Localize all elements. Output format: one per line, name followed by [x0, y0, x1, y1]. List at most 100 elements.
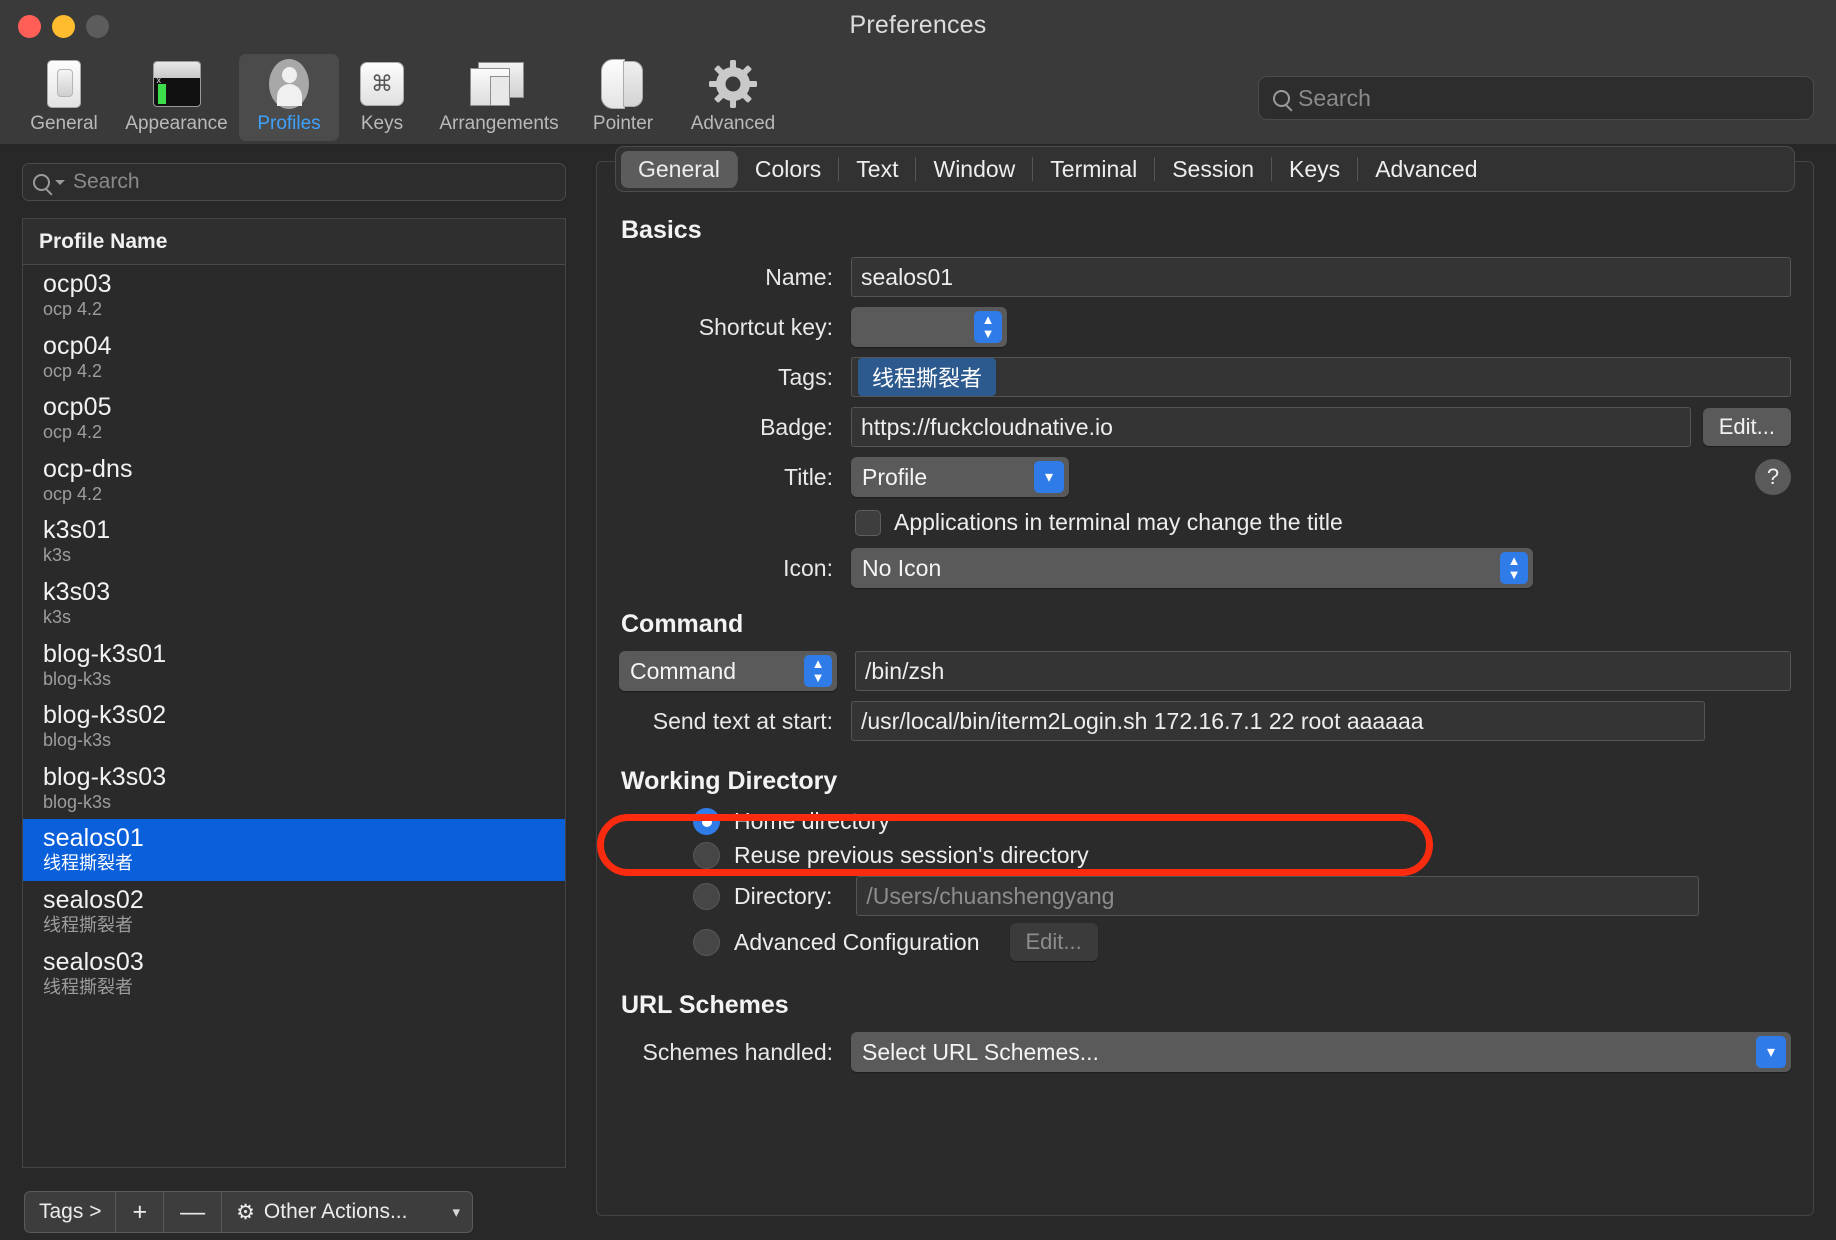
profile-tag: blog-k3s — [43, 791, 112, 812]
tags-input[interactable]: 线程撕裂者 — [851, 357, 1791, 397]
tab-text[interactable]: Text — [839, 151, 915, 188]
tab-terminal[interactable]: Terminal — [1033, 151, 1154, 188]
tags-button[interactable]: Tags > — [25, 1192, 117, 1232]
schemes-handled-popup[interactable]: Select URL Schemes... ▾ — [851, 1032, 1791, 1072]
stepper-icon[interactable]: ▲ ▼ — [1500, 552, 1528, 584]
profile-list-item[interactable]: ocp-dns ocp 4.2 — [23, 450, 565, 512]
command-section-title: Command — [621, 610, 744, 638]
toolbar-item-label: General — [30, 113, 98, 134]
profile-list-item[interactable]: blog-k3s02 blog-k3s — [23, 696, 565, 758]
advanced-configuration-edit-button[interactable]: Edit... — [1009, 923, 1098, 961]
tab-keys[interactable]: Keys — [1272, 151, 1357, 188]
tab-session[interactable]: Session — [1155, 151, 1271, 188]
profile-list-item[interactable]: blog-k3s03 blog-k3s — [23, 758, 565, 820]
profile-tag: 线程撕裂者 — [43, 914, 133, 935]
stepper-icon[interactable]: ▲ ▼ — [804, 655, 832, 687]
preferences-search-box[interactable] — [1258, 76, 1814, 120]
shortcut-key-popup[interactable]: ▲ ▼ — [851, 307, 1007, 347]
tab-colors[interactable]: Colors — [738, 151, 838, 188]
toolbar-item-label: Advanced — [690, 113, 776, 134]
custom-directory-input[interactable]: /Users/chuanshengyang — [856, 876, 1699, 916]
send-text-at-start-input[interactable]: /usr/local/bin/iterm2Login.sh 172.16.7.1… — [851, 701, 1705, 741]
profile-tag: ocp 4.2 — [43, 299, 103, 319]
chevron-down-icon: ▾ — [452, 1204, 461, 1221]
tag-chip[interactable]: 线程撕裂者 — [858, 358, 997, 396]
badge-input[interactable]: https://fuckcloudnative.io — [851, 407, 1691, 447]
profile-list-item[interactable]: sealos03 线程撕裂者 — [23, 943, 565, 1005]
title-value: Profile — [862, 463, 928, 490]
name-label: Name: — [765, 263, 833, 290]
chevron-down-icon[interactable]: ▾ — [1034, 461, 1064, 493]
profile-list-item[interactable]: k3s01 k3s — [23, 511, 565, 573]
reuse-session-directory-option[interactable]: Reuse previous session's directory — [693, 842, 1791, 869]
window-title: Preferences — [849, 11, 987, 39]
profile-list-item[interactable]: ocp04 ocp 4.2 — [23, 327, 565, 389]
chevron-down-icon[interactable] — [55, 179, 65, 185]
custom-directory-radio[interactable] — [693, 882, 720, 910]
toolbar-item-advanced[interactable]: Advanced — [673, 54, 793, 141]
advanced-configuration-radio[interactable] — [693, 928, 720, 956]
profile-name: blog-k3s02 — [43, 701, 167, 730]
tab-window[interactable]: Window — [916, 151, 1032, 188]
icon-label: Icon: — [783, 554, 833, 581]
profile-list-header: Profile Name — [23, 219, 565, 265]
profile-settings-panel: General Colors Text Window Terminal Sess… — [596, 146, 1814, 1216]
other-actions-button[interactable]: ⚙ Other Actions... ▾ — [222, 1192, 472, 1232]
profile-tag: k3s — [43, 606, 72, 627]
chevron-down-icon[interactable]: ▾ — [1756, 1036, 1786, 1068]
advanced-configuration-option[interactable]: Advanced Configuration Edit... — [693, 923, 1791, 961]
profile-list-scroll[interactable]: ocp03 ocp 4.2 ocp04 ocp 4.2 ocp05 ocp 4.… — [23, 265, 565, 1167]
icon-popup[interactable]: No Icon ▲ ▼ — [851, 548, 1533, 588]
toolbar-item-appearance[interactable]: x Appearance — [114, 54, 239, 141]
stepper-icon[interactable]: ▲ ▼ — [974, 311, 1002, 343]
badge-edit-button[interactable]: Edit... — [1702, 408, 1791, 446]
profile-search-box[interactable] — [22, 163, 566, 201]
toolbar-item-label: Keys — [360, 113, 404, 134]
profile-name: ocp03 — [43, 270, 112, 298]
shortcut-key-row: Shortcut key: ▲ ▼ — [619, 307, 1791, 347]
profile-actions-segmented-control: Tags > + — ⚙ Other Actions... ▾ — [24, 1191, 474, 1233]
help-button[interactable]: ? — [1755, 459, 1791, 495]
profile-list-item[interactable]: ocp05 ocp 4.2 — [23, 388, 565, 450]
home-directory-option[interactable]: Home directory — [693, 808, 1791, 835]
add-profile-button[interactable]: + — [116, 1192, 165, 1232]
profile-list-item-selected[interactable]: sealos01 线程撕裂者 — [23, 819, 565, 881]
remove-profile-button[interactable]: — — [164, 1192, 223, 1232]
home-directory-radio[interactable] — [693, 808, 720, 835]
command-input[interactable]: /bin/zsh — [855, 651, 1791, 691]
custom-directory-option[interactable]: Directory: /Users/chuanshengyang — [693, 876, 1791, 916]
profile-tag: blog-k3s — [43, 730, 112, 751]
profile-list-item[interactable]: k3s03 k3s — [23, 573, 565, 635]
preferences-search-input[interactable] — [1296, 83, 1803, 113]
tab-general[interactable]: General — [621, 150, 737, 188]
toolbar-item-keys[interactable]: ⌘ Keys — [339, 54, 425, 141]
main-body: Profile Name ocp03 ocp 4.2 ocp04 ocp 4.2… — [0, 145, 1836, 1240]
appearance-icon: x — [145, 58, 209, 110]
profile-list-item[interactable]: sealos02 线程撕裂者 — [23, 881, 565, 943]
search-icon — [1273, 89, 1290, 107]
profile-name: ocp04 — [43, 331, 112, 360]
name-input[interactable]: sealos01 — [851, 257, 1791, 297]
profile-list-item[interactable]: ocp03 ocp 4.2 — [23, 265, 565, 327]
title-popup[interactable]: Profile ▾ — [851, 457, 1069, 497]
toolbar-item-profiles[interactable]: Profiles — [239, 54, 339, 141]
tags-row: Tags: 线程撕裂者 — [619, 357, 1791, 397]
send-text-at-start-row: Send text at start: /usr/local/bin/iterm… — [619, 701, 1791, 741]
toolbar-item-pointer[interactable]: Pointer — [573, 54, 673, 141]
keys-icon: ⌘ — [350, 58, 414, 110]
toolbar-item-label: Arrangements — [439, 113, 559, 134]
toolbar-item-label: Profiles — [257, 113, 321, 134]
app-change-title-row[interactable]: Applications in terminal may change the … — [851, 509, 1791, 536]
app-change-title-label: Applications in terminal may change the … — [894, 509, 1343, 535]
toolbar-item-arrangements[interactable]: Arrangements — [425, 54, 573, 141]
profile-detail-pane: General Colors Text Window Terminal Sess… — [588, 145, 1836, 1240]
toolbar-item-general[interactable]: General — [14, 54, 114, 141]
schemes-handled-label: Schemes handled: — [642, 1038, 833, 1065]
profile-search-input[interactable] — [71, 169, 555, 195]
app-change-title-checkbox[interactable] — [855, 509, 881, 536]
profile-list-item[interactable]: blog-k3s01 blog-k3s — [23, 635, 565, 697]
tab-advanced[interactable]: Advanced — [1358, 151, 1494, 188]
reuse-session-directory-radio[interactable] — [693, 842, 720, 869]
command-type-popup[interactable]: Command ▲ ▼ — [619, 651, 837, 691]
send-text-at-start-label: Send text at start: — [652, 707, 833, 734]
